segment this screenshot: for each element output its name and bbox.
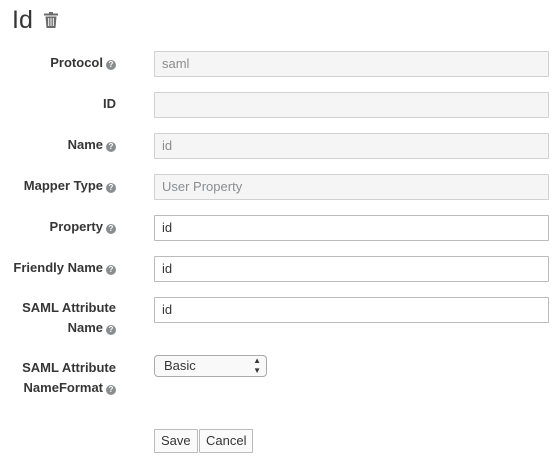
help-icon[interactable]: ? — [106, 325, 116, 335]
friendly-name-label: Friendly Name? — [13, 258, 116, 278]
help-icon[interactable]: ? — [106, 265, 116, 275]
property-label: Property? — [50, 217, 116, 237]
mapper-type-label: Mapper Type? — [24, 176, 116, 196]
mapper-type-field: User Property — [154, 174, 549, 200]
protocol-field: saml — [154, 51, 549, 77]
saml-attribute-name-label: SAML Attribute Name? — [22, 300, 116, 335]
page-title: Id — [12, 6, 33, 34]
help-icon[interactable]: ? — [106, 142, 116, 152]
property-input[interactable]: id — [154, 215, 549, 241]
id-label: ID — [103, 96, 116, 111]
help-icon[interactable]: ? — [106, 60, 116, 70]
protocol-label: Protocol? — [50, 53, 116, 73]
help-icon[interactable]: ? — [106, 183, 116, 193]
nameformat-select[interactable]: Basic ▲ ▼ — [154, 355, 267, 377]
name-field: id — [154, 133, 549, 159]
saml-attribute-name-input[interactable]: id — [154, 297, 549, 323]
updown-arrows-icon: ▲ ▼ — [253, 356, 261, 375]
friendly-name-input[interactable]: id — [154, 256, 549, 282]
save-button[interactable]: Save — [154, 429, 198, 453]
name-label: Name? — [68, 135, 116, 155]
help-icon[interactable]: ? — [106, 385, 116, 395]
id-field — [154, 92, 549, 118]
trash-icon[interactable] — [43, 11, 59, 29]
page-header: Id — [12, 6, 59, 34]
cancel-button[interactable]: Cancel — [199, 429, 254, 453]
help-icon[interactable]: ? — [106, 224, 116, 234]
saml-attribute-nameformat-label: SAML Attribute NameFormat? — [22, 360, 116, 395]
